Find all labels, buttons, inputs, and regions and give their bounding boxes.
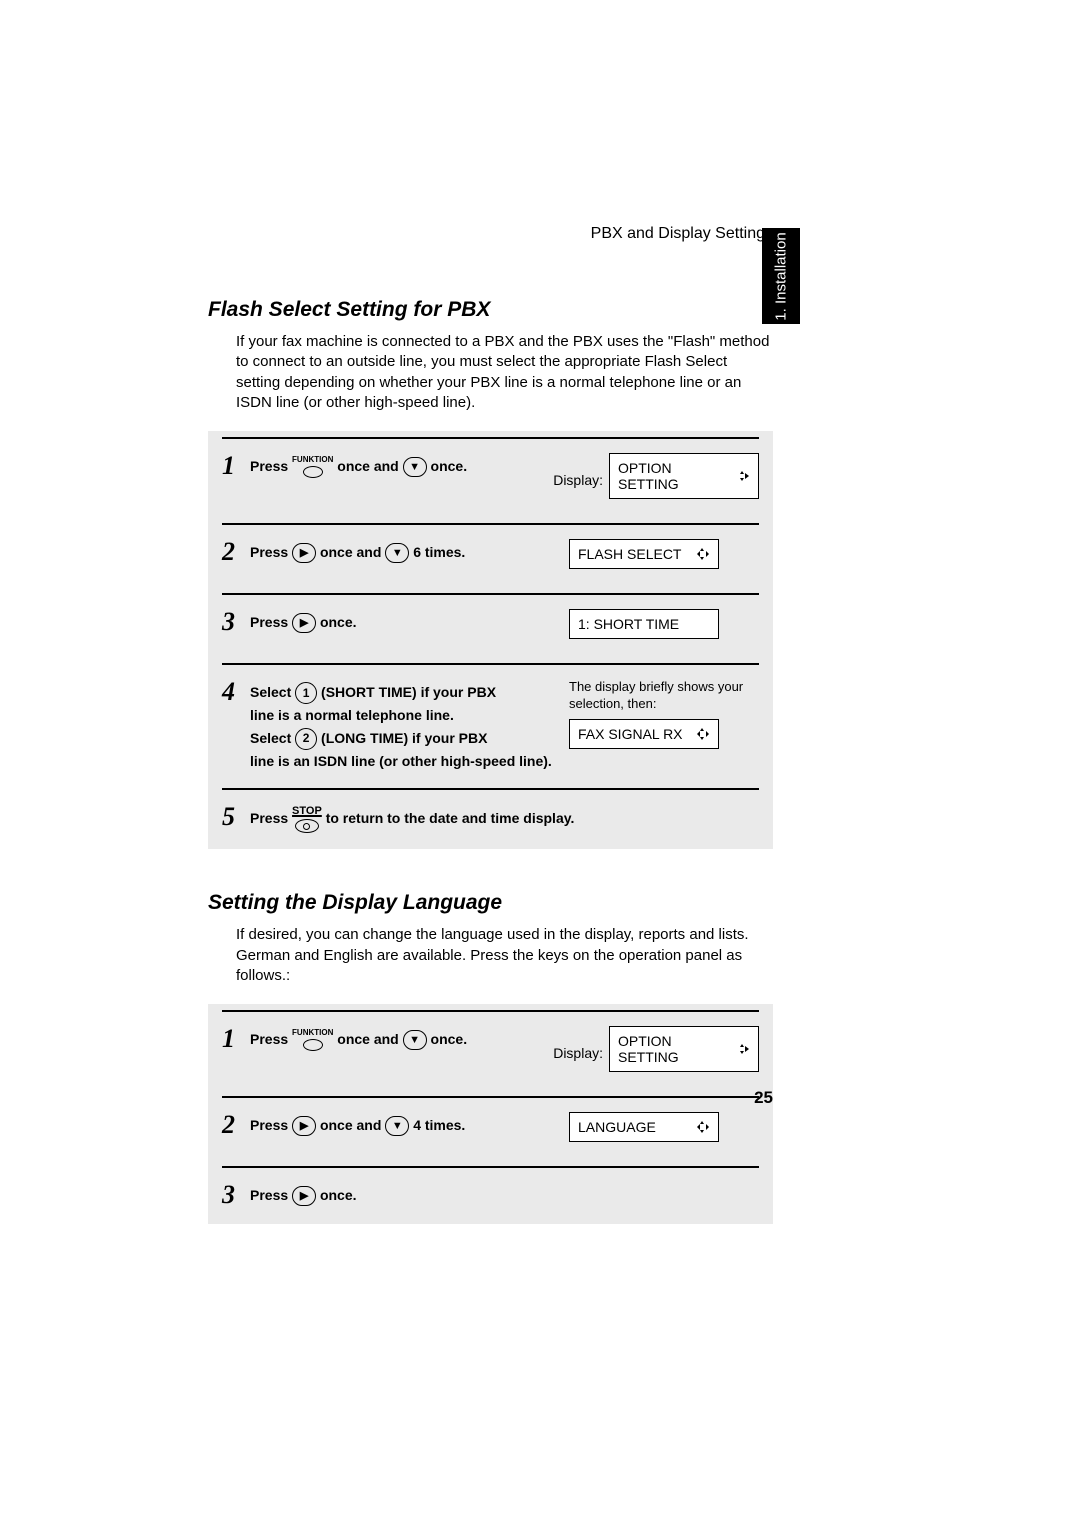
lcd-display: FLASH SELECT: [569, 539, 719, 569]
updown-icon: [736, 1042, 750, 1056]
step-row: 1 Press FUNKTION once and ▼ once. Displa…: [222, 1010, 759, 1096]
key-1-icon: 1: [295, 682, 317, 704]
step-display: FLASH SELECT: [569, 535, 759, 577]
step-body: Press ▶ once.: [250, 1178, 759, 1206]
step-body: Press ▶ once.: [250, 605, 569, 633]
section2-title: Setting the Display Language: [208, 891, 773, 915]
section1-steps: 1 Press FUNKTION once and ▼ once. Displa…: [208, 431, 773, 849]
section2-intro: If desired, you can change the language …: [236, 925, 773, 986]
step-number: 1: [222, 449, 250, 479]
updown-icon: [736, 469, 750, 483]
lcd-display: OPTION SETTING: [609, 1026, 759, 1072]
page-number: 25: [208, 1088, 773, 1108]
section1-intro: If your fax machine is connected to a PB…: [236, 332, 773, 413]
step-number: 4: [222, 675, 250, 705]
step-body: Press ▶ once and ▼ 4 times.: [250, 1108, 569, 1136]
step-row: 2 Press ▶ once and ▼ 6 times. FLASH SELE…: [222, 523, 759, 593]
right-arrow-icon: ▶: [292, 543, 316, 563]
down-arrow-icon: ▼: [403, 457, 427, 477]
right-arrow-icon: ▶: [292, 1186, 316, 1206]
page-content: PBX and Display Settings Flash Select Se…: [208, 225, 773, 1224]
step-row: 3 Press ▶ once.: [222, 1166, 759, 1214]
step-display: 1: SHORT TIME: [569, 605, 759, 647]
step-body: Press ▶ once and ▼ 6 times.: [250, 535, 569, 563]
lcd-display: FAX SIGNAL RX: [569, 719, 719, 749]
leftright-icon: [696, 547, 710, 561]
step-number: 3: [222, 605, 250, 635]
step-display: Display: OPTION SETTING: [553, 1022, 759, 1080]
step-number: 5: [222, 800, 250, 830]
step-display: The display briefly shows your selection…: [569, 675, 759, 757]
funktion-key-icon: FUNKTION: [292, 1029, 333, 1051]
step-number: 2: [222, 1108, 250, 1138]
down-arrow-icon: ▼: [385, 543, 409, 563]
step-note: The display briefly shows your selection…: [569, 679, 759, 713]
down-arrow-icon: ▼: [403, 1030, 427, 1050]
side-tab-label: 1. Installation: [773, 232, 790, 320]
running-header: PBX and Display Settings: [208, 225, 773, 243]
leftright-icon: [696, 727, 710, 741]
leftright-icon: [696, 1120, 710, 1134]
step-body: Press FUNKTION once and ▼ once.: [250, 449, 553, 478]
step-row: 3 Press ▶ once. 1: SHORT TIME: [222, 593, 759, 663]
right-arrow-icon: ▶: [292, 1116, 316, 1136]
key-2-icon: 2: [295, 728, 317, 750]
step-body: Press FUNKTION once and ▼ once.: [250, 1022, 553, 1051]
step-display: Display: OPTION SETTING: [553, 449, 759, 507]
step-row: 5 Press STOP to return to the date and t…: [222, 788, 759, 839]
step-number: 1: [222, 1022, 250, 1052]
step-number: 3: [222, 1178, 250, 1208]
step-row: 1 Press FUNKTION once and ▼ once. Displa…: [222, 437, 759, 523]
funktion-key-icon: FUNKTION: [292, 456, 333, 478]
lcd-display: OPTION SETTING: [609, 453, 759, 499]
lcd-display: LANGUAGE: [569, 1112, 719, 1142]
section2-steps: 1 Press FUNKTION once and ▼ once. Displa…: [208, 1004, 773, 1224]
step-number: 2: [222, 535, 250, 565]
section1-title: Flash Select Setting for PBX: [208, 298, 773, 322]
lcd-display: 1: SHORT TIME: [569, 609, 719, 639]
down-arrow-icon: ▼: [385, 1116, 409, 1136]
step-row: 4 Select 1 (SHORT TIME) if your PBX line…: [222, 663, 759, 788]
stop-key-icon: STOP: [292, 806, 322, 833]
step-body: Press STOP to return to the date and tim…: [250, 800, 759, 833]
step-body: Select 1 (SHORT TIME) if your PBX line i…: [250, 675, 569, 772]
section2: Setting the Display Language If desired,…: [208, 891, 773, 1224]
step-display: LANGUAGE: [569, 1108, 759, 1150]
right-arrow-icon: ▶: [292, 613, 316, 633]
